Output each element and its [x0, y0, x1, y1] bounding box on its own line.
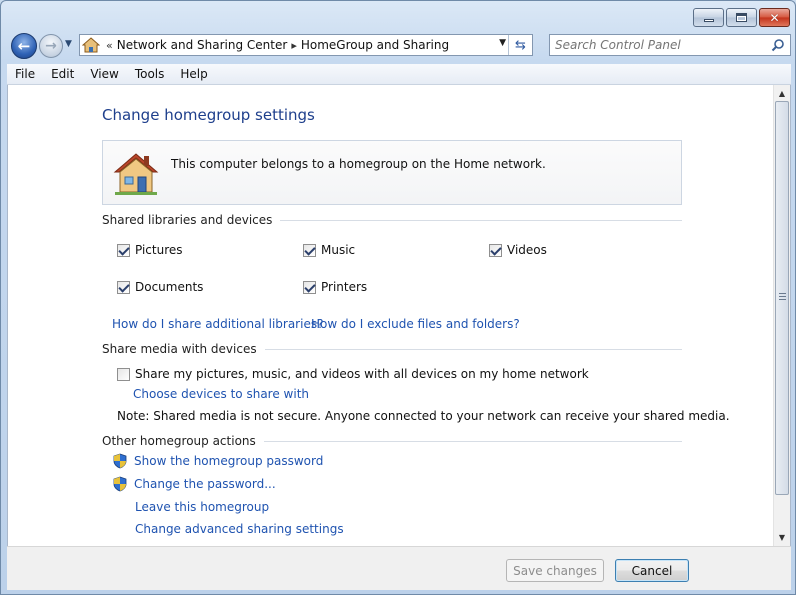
forward-button[interactable]: → [39, 34, 63, 58]
exclude-files-folders-link[interactable]: How do I exclude files and folders? [311, 317, 520, 331]
content-pane: Change homegroup settings This computer … [7, 85, 791, 546]
refresh-button[interactable]: ⇆ [508, 35, 532, 55]
breadcrumb-separator-icon[interactable]: ▸ [287, 39, 301, 52]
change-password-link[interactable]: Change the password... [134, 477, 276, 491]
breadcrumb-network-and-sharing-center[interactable]: Network and Sharing Center [117, 38, 288, 52]
other-actions-heading: Other homegroup actions [102, 434, 682, 448]
scroll-grip-icon [779, 293, 786, 300]
checkbox-pictures[interactable]: Pictures [117, 243, 183, 257]
advanced-sharing-settings-link[interactable]: Change advanced sharing settings [135, 522, 344, 536]
show-password-action[interactable]: Show the homegroup password [112, 453, 323, 469]
section-divider [264, 348, 682, 350]
checkbox-share-media-label: Share my pictures, music, and videos wit… [135, 367, 589, 381]
checkbox-music-label: Music [321, 243, 356, 257]
refresh-icon: ⇆ [515, 37, 526, 53]
homegroup-info-box: This computer belongs to a homegroup on … [102, 140, 682, 205]
checkbox-printers-box[interactable] [303, 280, 316, 294]
minimize-button[interactable] [693, 8, 724, 27]
checkbox-pictures-label: Pictures [135, 243, 183, 257]
share-media-heading: Share media with devices [102, 342, 682, 356]
scroll-up-arrow-icon[interactable]: ▲ [774, 85, 790, 102]
change-password-action[interactable]: Change the password... [112, 476, 276, 492]
search-box[interactable] [549, 34, 791, 56]
checkbox-printers[interactable]: Printers [303, 280, 367, 294]
recent-pages-dropdown[interactable]: ▼ [65, 39, 77, 51]
scroll-down-arrow-icon[interactable]: ▼ [774, 529, 790, 546]
menu-file[interactable]: File [7, 67, 43, 81]
section-divider [280, 219, 682, 221]
footer-bar: Save changes Cancel [7, 546, 791, 590]
save-changes-button[interactable]: Save changes [506, 559, 604, 582]
show-password-link[interactable]: Show the homegroup password [134, 454, 323, 468]
checkbox-documents-box[interactable] [117, 280, 130, 294]
share-additional-libraries-link[interactable]: How do I share additional libraries? [112, 317, 323, 331]
control-panel-home-icon [80, 35, 102, 55]
back-button[interactable]: ← [11, 33, 37, 59]
choose-devices-link[interactable]: Choose devices to share with [133, 387, 309, 401]
checkbox-pictures-box[interactable] [117, 243, 130, 257]
shared-media-note: Note: Shared media is not secure. Anyone… [117, 409, 730, 423]
shared-libraries-heading-text: Shared libraries and devices [102, 213, 273, 227]
menu-tools[interactable]: Tools [127, 67, 173, 81]
shield-icon [113, 453, 127, 469]
breadcrumb-overflow[interactable]: « [102, 39, 117, 52]
minimize-icon [703, 19, 714, 22]
search-icon[interactable] [771, 38, 785, 52]
address-bar[interactable]: « Network and Sharing Center ▸ HomeGroup… [79, 34, 533, 56]
forward-arrow-icon: → [45, 38, 57, 54]
scroll-thumb[interactable] [775, 101, 789, 495]
homegroup-house-icon [113, 153, 159, 195]
page-title: Change homegroup settings [102, 106, 315, 124]
maximize-button[interactable] [726, 8, 757, 27]
checkbox-share-media[interactable]: Share my pictures, music, and videos wit… [117, 367, 589, 381]
checkbox-music-box[interactable] [303, 243, 316, 257]
breadcrumb-homegroup-and-sharing[interactable]: HomeGroup and Sharing [301, 38, 449, 52]
section-divider [263, 440, 682, 442]
cancel-button[interactable]: Cancel [615, 559, 689, 582]
checkbox-music[interactable]: Music [303, 243, 355, 257]
shield-icon [113, 476, 127, 492]
window-frame: ✕ ← → ▼ « Network and Sharing Center ▸ H… [0, 0, 796, 595]
maximize-icon [736, 13, 747, 22]
checkbox-documents-label: Documents [135, 280, 204, 294]
vertical-scrollbar[interactable]: ▲ ▼ [773, 85, 790, 546]
homegroup-info-text: This computer belongs to a homegroup on … [171, 157, 546, 171]
share-media-heading-text: Share media with devices [102, 342, 257, 356]
checkbox-videos[interactable]: Videos [489, 243, 547, 257]
checkbox-share-media-box[interactable] [117, 367, 130, 381]
leave-homegroup-link[interactable]: Leave this homegroup [135, 500, 269, 514]
menu-edit[interactable]: Edit [43, 67, 82, 81]
checkbox-documents[interactable]: Documents [117, 280, 203, 294]
chevron-down-icon: ▼ [65, 39, 72, 49]
menu-view[interactable]: View [82, 67, 126, 81]
shared-libraries-heading: Shared libraries and devices [102, 213, 682, 227]
menu-bar: File Edit View Tools Help [7, 64, 791, 85]
other-actions-heading-text: Other homegroup actions [102, 434, 256, 448]
back-arrow-icon: ← [17, 37, 31, 55]
search-input[interactable] [550, 37, 760, 53]
menu-help[interactable]: Help [172, 67, 215, 81]
checkbox-videos-label: Videos [507, 243, 547, 257]
checkbox-printers-label: Printers [321, 280, 368, 294]
close-icon: ✕ [769, 10, 780, 25]
checkbox-videos-box[interactable] [489, 243, 502, 257]
close-button[interactable]: ✕ [759, 8, 790, 27]
address-dropdown-icon[interactable]: ▼ [499, 38, 506, 48]
